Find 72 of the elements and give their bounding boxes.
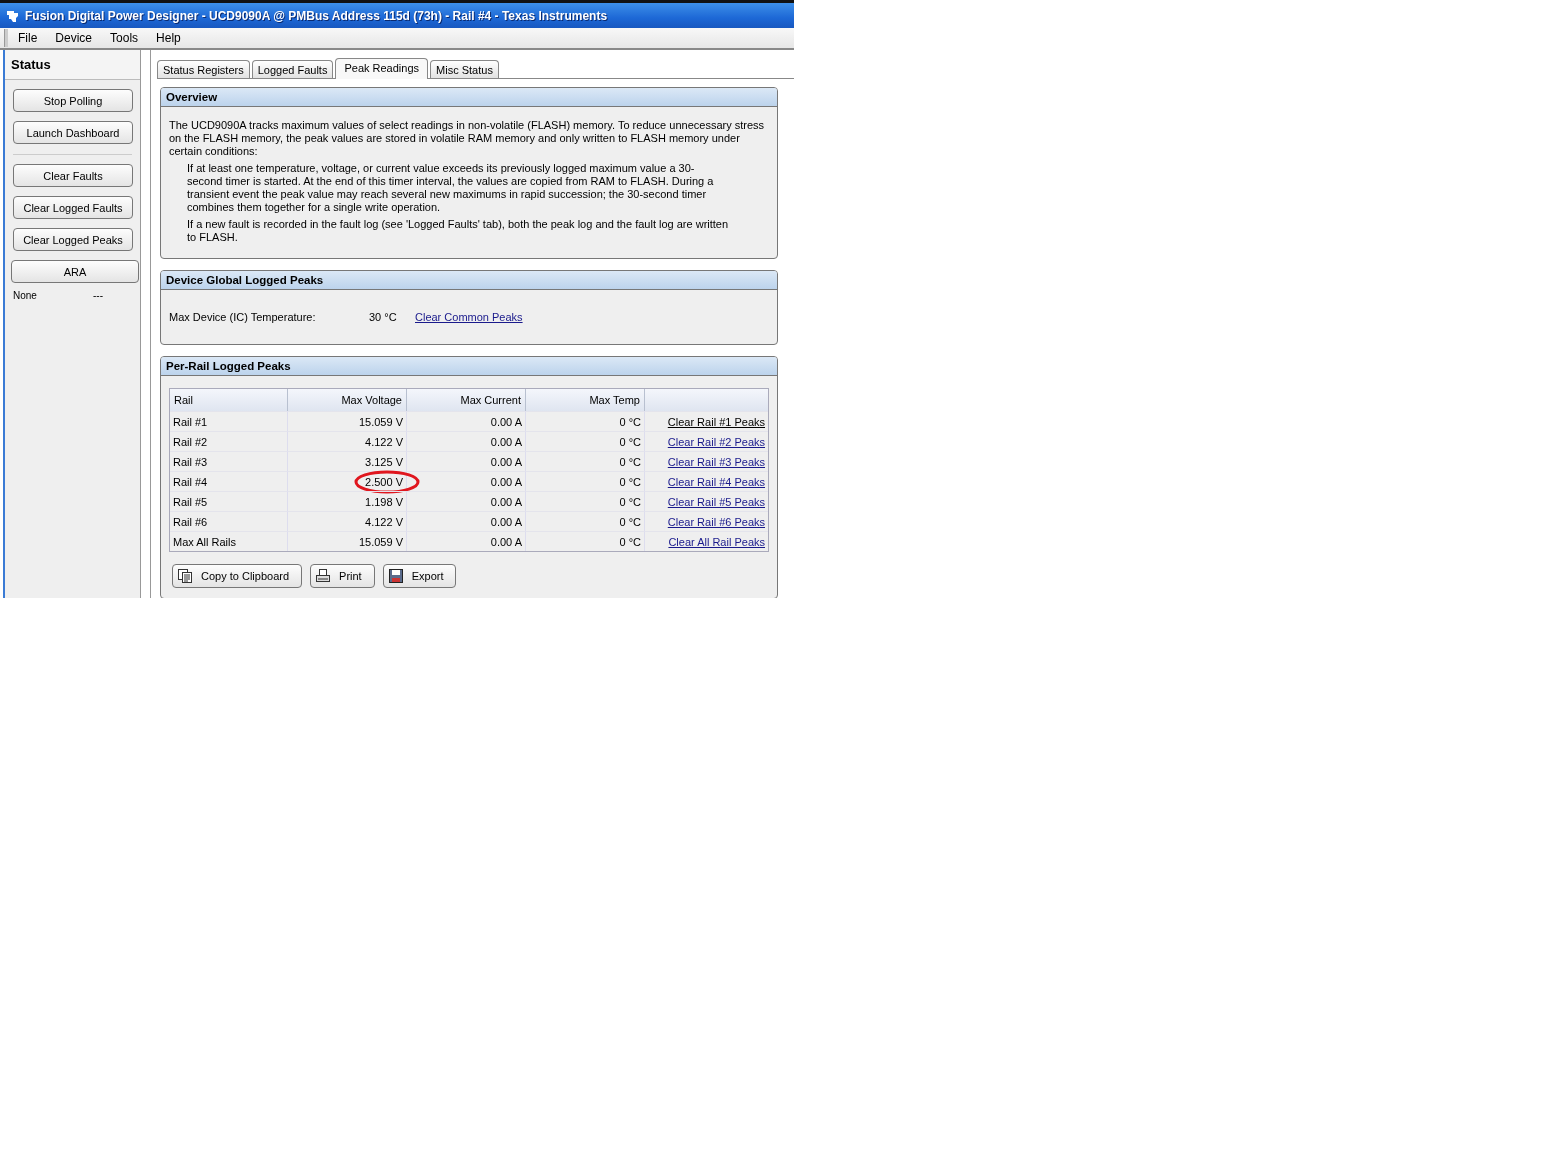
action-button[interactable]: Export xyxy=(382,564,457,588)
clear-link[interactable]: Clear Rail #6 Peaks xyxy=(667,515,765,528)
table-cell: 0 °C xyxy=(526,451,645,471)
table-cell: 0.00 A xyxy=(407,531,526,551)
tab[interactable]: Status Registers xyxy=(157,60,250,78)
table-cell-text: 15.059 V xyxy=(358,415,403,428)
ara-button[interactable]: ARA xyxy=(11,260,139,283)
table-cell-text: 15.059 V xyxy=(358,535,403,548)
clear-link[interactable]: Clear All Rail Peaks xyxy=(668,535,765,548)
table-cell-text: 1.198 V xyxy=(365,495,403,508)
description-text: The UCD9090A tracks maximum values of select readings in non-volatile (FLASH) memory. To reduce unnecessary stress on the FLASH memory, the peak values are stored in volatile RAM memory and only written to FLASH memory under certain conditions: xyxy=(169,119,766,158)
table-cell-text: 2.500 V xyxy=(365,475,403,488)
table-cell: 0 °C xyxy=(526,491,645,511)
table-cell-text: 3.125 V xyxy=(365,455,403,468)
tab[interactable]: Peak Readings xyxy=(335,58,429,79)
sidebar-button[interactable]: Clear Logged Faults xyxy=(13,196,133,219)
table-cell: 0 °C xyxy=(526,511,645,531)
clear-link[interactable]: Clear Rail #2 Peaks xyxy=(667,435,765,448)
window-title: Fusion Digital Power Designer - UCD9090A @ PMBus Address 115d (73h) - Rail #4 - Texas Instruments xyxy=(25,8,608,23)
table-cell: Rail #5 xyxy=(170,491,288,511)
table-cell: 0.00 A xyxy=(407,411,526,431)
table-cell: Rail #2 xyxy=(170,431,288,451)
table-cell: 0 °C xyxy=(526,431,645,451)
column-header: Max Current xyxy=(407,389,526,411)
printer-icon xyxy=(315,568,332,584)
column-header: Max Voltage xyxy=(288,389,407,411)
field-label: Max Device (IC) Temperature: xyxy=(169,311,317,323)
table-cell-text: 4.122 V xyxy=(365,515,403,528)
table-cell: Max All Rails xyxy=(170,531,288,551)
tab[interactable]: Misc Status xyxy=(430,60,499,78)
sidebar-button[interactable]: Clear Faults xyxy=(13,164,133,187)
clipboard-icon xyxy=(177,568,193,584)
sidebar-button[interactable]: Stop Polling xyxy=(13,89,133,112)
status-value: --- xyxy=(93,290,103,301)
table-cell: 0 °C xyxy=(526,471,645,491)
column-header: Max Temp xyxy=(526,389,645,411)
clear-link[interactable]: Clear Rail #1 Peaks xyxy=(667,415,765,428)
menu-item[interactable]: Tools xyxy=(110,31,139,45)
group-title: Per-Rail Logged Peaks xyxy=(161,357,777,376)
table-cell: 0 °C xyxy=(526,411,645,431)
clear-link[interactable]: Clear Rail #3 Peaks xyxy=(667,455,765,468)
description-text: If at least one temperature, voltage, or current value exceeds its previously logged maximum value a 30-second timer is started. At the end of this timer interval, the values are copied from RAM to FLASH. During a transient event the peak value may reach several new maximums in rapid succession; the 30-second timer combines them together for a single write operation. xyxy=(187,162,715,214)
status-label: None xyxy=(13,290,38,301)
logo-icon xyxy=(6,8,20,23)
clear-link[interactable]: Clear Rail #5 Peaks xyxy=(667,495,765,508)
sidebar-button[interactable]: Launch Dashboard xyxy=(13,121,133,144)
field-value: 30 °C xyxy=(369,311,398,323)
menu-item[interactable]: Help xyxy=(156,31,181,45)
sidebar-button[interactable]: Clear Logged Peaks xyxy=(13,228,133,251)
description-text: If a new fault is recorded in the fault log (see 'Logged Faults' tab), both the peak log and the fault log are written to FLASH. xyxy=(187,218,729,244)
tab[interactable]: Logged Faults xyxy=(251,60,334,78)
table-cell: 0 °C xyxy=(526,531,645,551)
action-button[interactable]: Copy to Clipboard xyxy=(172,564,303,588)
clear-link[interactable]: Clear Rail #4 Peaks xyxy=(667,475,765,488)
column-header: Rail xyxy=(170,389,288,411)
panel-title: Status xyxy=(5,50,140,80)
table-cell: 0.00 A xyxy=(407,511,526,531)
table-cell: Rail #4 xyxy=(170,471,288,491)
table-cell: Rail #3 xyxy=(170,451,288,471)
table-cell: 0.00 A xyxy=(407,491,526,511)
group-title: Overview xyxy=(161,88,777,107)
menu-item[interactable]: Device xyxy=(55,31,93,45)
clear-link[interactable]: Clear Common Peaks xyxy=(415,311,523,323)
table-cell: Rail #1 xyxy=(170,411,288,431)
table-cell-text: 4.122 V xyxy=(365,435,403,448)
table-cell: 0.00 A xyxy=(407,451,526,471)
table-cell: 0.00 A xyxy=(407,471,526,491)
table-cell: Rail #6 xyxy=(170,511,288,531)
menu-item[interactable]: File xyxy=(18,31,38,45)
action-button[interactable]: Print xyxy=(310,564,375,588)
table-cell: 0.00 A xyxy=(407,431,526,451)
group-title: Device Global Logged Peaks xyxy=(161,271,777,290)
